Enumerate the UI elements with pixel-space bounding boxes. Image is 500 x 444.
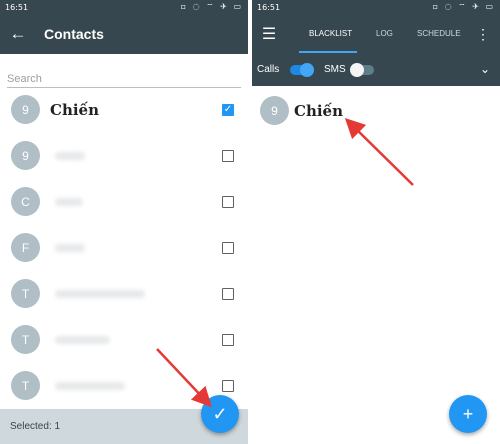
chevron-down-icon[interactable]: ⌄: [480, 62, 490, 76]
avatar: 9: [11, 141, 40, 170]
avatar: 9: [11, 95, 40, 124]
more-vert-icon[interactable]: ⋮: [476, 26, 490, 43]
selected-count: Selected: 1: [10, 421, 61, 432]
contact-row[interactable]: F: [0, 225, 248, 270]
contact-row[interactable]: C: [0, 179, 248, 224]
tab-blacklist[interactable]: BLACKLIST: [309, 29, 352, 38]
blurred-contact-name: [55, 335, 110, 344]
back-arrow-icon[interactable]: ←: [0, 24, 36, 44]
add-fab-button[interactable]: +: [449, 395, 487, 433]
status-time: 16:51: [257, 2, 281, 12]
contact-checkbox[interactable]: [222, 379, 234, 392]
status-icons: ▫ ◌ ⌔ ✈ ▭: [432, 2, 495, 11]
confirm-fab-button[interactable]: ✓: [201, 395, 239, 433]
sms-toggle[interactable]: [350, 63, 374, 77]
search-placeholder: Search: [7, 73, 42, 85]
plus-icon: +: [462, 403, 474, 424]
avatar: C: [11, 187, 40, 216]
search-input[interactable]: Search: [7, 66, 241, 88]
blurred-contact-name: [55, 151, 85, 160]
blacklist-screen: 16:51 ▫ ◌ ⌔ ✈ ▭ ☰ BLACKLIST LOG SCHEDULE…: [252, 0, 500, 444]
status-bar: 16:51 ▫ ◌ ⌔ ✈ ▭: [0, 0, 248, 14]
active-tab-indicator: [299, 51, 357, 53]
contact-checkbox[interactable]: [222, 149, 234, 162]
toggle-knob: [350, 63, 364, 77]
tab-log[interactable]: LOG: [376, 29, 393, 38]
avatar: 9: [260, 96, 289, 125]
status-icons: ▫ ◌ ⌔ ✈ ▭: [180, 2, 243, 11]
avatar: T: [11, 371, 40, 400]
status-bar: 16:51 ▫ ◌ ⌔ ✈ ▭: [252, 0, 500, 14]
blurred-contact-name: [55, 289, 145, 298]
blurred-contact-name: [55, 381, 125, 390]
contact-checkbox[interactable]: [222, 195, 234, 208]
contact-row[interactable]: T: [0, 271, 248, 316]
calls-toggle[interactable]: [290, 63, 314, 77]
tab-schedule[interactable]: SCHEDULE: [417, 29, 461, 38]
check-icon: ✓: [212, 403, 228, 424]
avatar: F: [11, 233, 40, 262]
contact-row[interactable]: T: [0, 317, 248, 362]
status-time: 16:51: [5, 2, 29, 12]
hamburger-menu-icon[interactable]: ☰: [252, 24, 286, 44]
tab-toolbar: ☰ BLACKLIST LOG SCHEDULE ⋮: [252, 14, 500, 54]
sms-label: SMS: [324, 64, 346, 75]
app-bar: ← Contacts: [0, 14, 248, 54]
contact-checkbox[interactable]: ✓: [222, 103, 234, 116]
contacts-screen: 16:51 ▫ ◌ ⌔ ✈ ▭ ← Contacts Search 9 Chiế…: [0, 0, 248, 444]
contact-checkbox[interactable]: [222, 333, 234, 346]
contact-row[interactable]: 9 Chiến ✓: [0, 87, 248, 132]
toggle-knob: [300, 63, 314, 77]
contact-row[interactable]: 9: [0, 133, 248, 178]
contact-name: Chiến: [294, 101, 343, 120]
avatar: T: [11, 325, 40, 354]
contact-checkbox[interactable]: [222, 287, 234, 300]
blurred-contact-name: [55, 243, 85, 252]
contact-name: Chiến: [50, 100, 99, 119]
avatar: T: [11, 279, 40, 308]
calls-label: Calls: [257, 64, 280, 75]
filter-bar: Calls SMS ⌄: [252, 54, 500, 86]
blurred-contact-name: [55, 197, 83, 206]
page-title: Contacts: [44, 26, 104, 42]
blacklist-entry[interactable]: 9 Chiến: [252, 88, 500, 133]
contact-checkbox[interactable]: [222, 241, 234, 254]
